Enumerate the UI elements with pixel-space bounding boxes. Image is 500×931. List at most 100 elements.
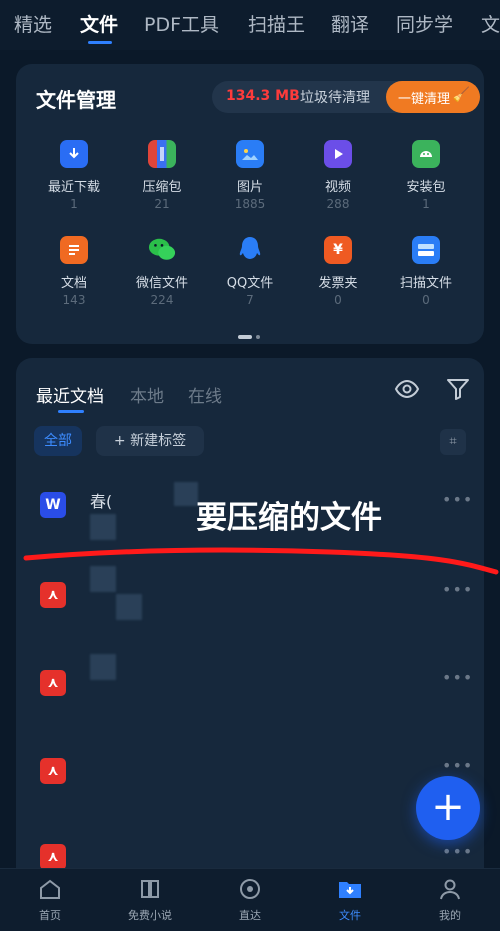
category-count: 0 [422, 293, 430, 307]
bottom-nav: 首页 免费小说 直达 文件 我的 [0, 868, 500, 931]
category-count: 1885 [234, 197, 266, 211]
category-scanned-files[interactable]: 扫描文件 0 [382, 236, 470, 307]
wechat-icon [148, 236, 176, 264]
video-icon [324, 140, 352, 168]
more-options-icon[interactable]: ••• [442, 668, 473, 687]
page-indicator [238, 326, 264, 345]
tab-pdf-tools[interactable]: PDF工具 [144, 10, 219, 37]
recent-tab-indicator [58, 410, 84, 413]
nav-direct[interactable]: 直达 [210, 877, 290, 923]
nav-label: 直达 [239, 909, 261, 922]
blurred-thumbnail [116, 594, 142, 620]
pdf-file-icon: ⋏ [40, 758, 66, 784]
more-options-icon[interactable]: ••• [442, 490, 473, 509]
android-icon [412, 140, 440, 168]
recent-documents-card: 最近文档 本地 在线 全部 + 新建标签 ⌗ W 春( ••• ⋏ ••• ⋏ … [16, 358, 484, 898]
nav-label: 首页 [39, 909, 61, 922]
category-label: 压缩包 [142, 180, 182, 195]
category-invoices[interactable]: ¥ 发票夹 0 [294, 236, 382, 307]
tab-recent-docs[interactable]: 最近文档 [36, 382, 104, 407]
category-label: QQ文件 [226, 276, 274, 291]
more-options-icon[interactable]: ••• [442, 756, 473, 775]
category-label: 微信文件 [135, 276, 188, 291]
tag-icon[interactable]: ⌗ [440, 429, 466, 455]
category-count: 1 [422, 197, 430, 211]
tab-scanner[interactable]: 扫描王 [248, 10, 305, 37]
book-icon [110, 877, 190, 903]
nav-label: 免费小说 [128, 909, 172, 922]
file-management-title: 文件管理 [36, 88, 116, 112]
category-count: 143 [62, 293, 86, 307]
file-name[interactable]: 春( [90, 488, 112, 512]
tab-online[interactable]: 在线 [188, 382, 222, 407]
category-count: 1 [70, 197, 78, 211]
profile-icon [410, 877, 490, 903]
nav-label: 我的 [439, 909, 461, 922]
nav-home[interactable]: 首页 [10, 877, 90, 923]
pdf-file-icon: ⋏ [40, 844, 66, 870]
nav-profile[interactable]: 我的 [410, 877, 490, 923]
category-label: 图片 [236, 180, 263, 195]
eye-icon[interactable] [394, 376, 420, 406]
one-click-clean-button[interactable]: 一键清理 🧹 [386, 81, 480, 113]
category-documents[interactable]: 文档 143 [30, 236, 118, 307]
category-label: 文档 [60, 276, 87, 291]
category-count: 7 [246, 293, 254, 307]
filter-icon[interactable] [446, 376, 470, 406]
blurred-thumbnail [174, 482, 198, 506]
qq-icon [236, 236, 264, 264]
file-management-card: 文件管理 134.3 MB 垃圾待清理 一键清理 🧹 最近下载 1 压缩包 21… [16, 64, 484, 344]
category-label: 扫描文件 [399, 276, 452, 291]
category-count: 288 [326, 197, 350, 211]
tab-sync-learn[interactable]: 同步学 [396, 10, 453, 37]
category-apk[interactable]: 安装包 1 [382, 140, 470, 211]
category-label: 最近下载 [47, 180, 100, 195]
image-icon [236, 140, 264, 168]
category-qq[interactable]: QQ文件 7 [206, 236, 294, 307]
pdf-file-icon: ⋏ [40, 670, 66, 696]
broom-icon: 🧹 [452, 87, 470, 103]
annotation-text: 要压缩的文件 [196, 500, 382, 536]
category-images[interactable]: 图片 1885 [206, 140, 294, 211]
blurred-thumbnail [90, 514, 116, 540]
nav-free-novels[interactable]: 免费小说 [110, 877, 190, 923]
category-count: 224 [150, 293, 174, 307]
junk-size: 134.3 MB [226, 88, 300, 104]
filter-all-chip[interactable]: 全部 [34, 426, 82, 456]
word-file-icon: W [40, 492, 66, 518]
category-label: 安装包 [406, 180, 446, 195]
download-icon [60, 140, 88, 168]
category-archives[interactable]: 压缩包 21 [118, 140, 206, 211]
new-tag-label: 新建标签 [130, 433, 187, 449]
category-label: 视频 [324, 180, 351, 195]
compass-icon [210, 877, 290, 903]
category-count: 0 [334, 293, 342, 307]
tab-local[interactable]: 本地 [130, 382, 164, 407]
home-icon [10, 877, 90, 903]
archive-icon [148, 140, 176, 168]
category-label: 发票夹 [318, 276, 358, 291]
tab-files[interactable]: 文件 [80, 10, 118, 37]
more-options-icon[interactable]: ••• [442, 580, 473, 599]
nav-files[interactable]: 文件 [310, 877, 390, 923]
active-tab-indicator [88, 41, 112, 44]
scan-icon [412, 236, 440, 264]
folder-icon [310, 877, 390, 903]
category-recent-downloads[interactable]: 最近下载 1 [30, 140, 118, 211]
tab-featured[interactable]: 精选 [14, 10, 52, 37]
category-videos[interactable]: 视频 288 [294, 140, 382, 211]
junk-label: 垃圾待清理 [300, 90, 370, 106]
junk-cleanup-banner[interactable]: 134.3 MB 垃圾待清理 一键清理 🧹 [212, 81, 480, 113]
category-wechat[interactable]: 微信文件 224 [118, 236, 206, 307]
tab-more-cut[interactable]: 文 [481, 10, 500, 37]
category-count: 21 [154, 197, 170, 211]
pdf-file-icon: ⋏ [40, 582, 66, 608]
new-tag-button[interactable]: + 新建标签 [96, 426, 204, 456]
nav-label: 文件 [339, 909, 361, 922]
add-button[interactable]: + [416, 776, 480, 840]
tab-translate[interactable]: 翻译 [331, 10, 369, 37]
more-options-icon[interactable]: ••• [442, 842, 473, 861]
clean-button-label: 一键清理 [398, 92, 451, 107]
red-annotation-line [23, 547, 499, 575]
document-icon [60, 236, 88, 264]
